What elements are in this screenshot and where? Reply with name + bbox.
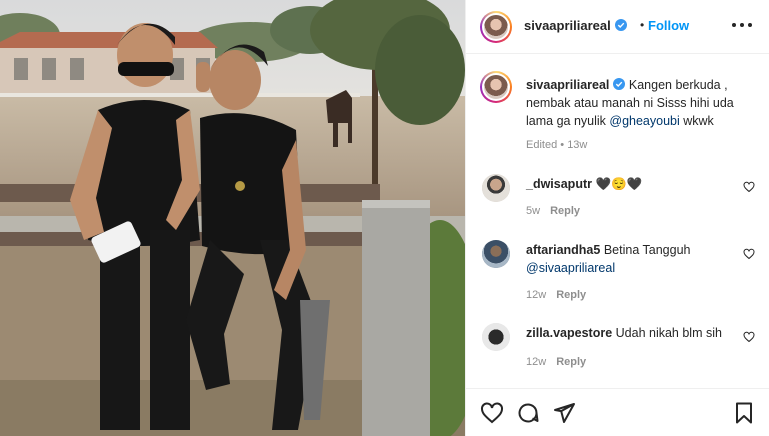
follow-button[interactable]: Follow	[648, 18, 689, 33]
caption-meta: Edited • 13w	[526, 139, 587, 151]
comment-body: zilla.vapestore Udah nikah blm sih	[526, 324, 736, 342]
author-username-text[interactable]: sivaapriliareal	[524, 18, 611, 33]
comment-username[interactable]: aftariandha5	[526, 243, 600, 257]
caption-time[interactable]: 13w	[567, 139, 587, 151]
heart-icon[interactable]	[480, 401, 504, 425]
post-photo-illustration	[0, 0, 465, 436]
caption-separator: •	[560, 139, 565, 151]
reply-button[interactable]: Reply	[550, 205, 580, 217]
verified-badge-icon	[614, 19, 627, 31]
send-icon[interactable]	[552, 401, 576, 425]
comment-meta: 5w Reply	[526, 205, 580, 217]
comment-time[interactable]: 12w	[526, 356, 546, 368]
author-username[interactable]: sivaapriliareal	[524, 18, 627, 33]
reply-button[interactable]: Reply	[556, 289, 586, 301]
comment-username[interactable]: _dwisaputr	[526, 177, 592, 191]
post-side-panel: sivaapriliareal • Follow sivaapriliareal…	[465, 0, 769, 436]
post-header: sivaapriliareal • Follow	[466, 0, 769, 54]
bookmark-icon[interactable]	[732, 401, 756, 425]
comment-text: 🖤😌🖤	[595, 177, 643, 191]
comment-text: Udah nikah blm sih	[615, 326, 722, 340]
comment-body: _dwisaputr 🖤😌🖤	[526, 175, 726, 193]
post-caption: sivaapriliareal Kangen berkuda , nembak …	[526, 76, 758, 130]
comment-body: aftariandha5 Betina Tangguh @sivaaprilia…	[526, 241, 726, 277]
author-avatar[interactable]	[480, 11, 512, 43]
comment-text: Betina Tangguh	[603, 243, 691, 257]
caption-mention[interactable]: @gheayoubi	[609, 114, 679, 128]
comment-mention[interactable]: @sivaapriliareal	[526, 261, 615, 275]
post-photo[interactable]	[0, 0, 465, 436]
comment-avatar[interactable]	[482, 323, 510, 351]
comment-time[interactable]: 5w	[526, 205, 540, 217]
caption-avatar[interactable]	[480, 71, 512, 103]
reply-button[interactable]: Reply	[556, 356, 586, 368]
comment-time[interactable]: 12w	[526, 289, 546, 301]
verified-badge-icon	[613, 78, 626, 90]
comment-avatar[interactable]	[482, 240, 510, 268]
post-action-bar	[466, 388, 769, 436]
comment-like-heart-icon[interactable]	[743, 248, 755, 260]
comment-like-heart-icon[interactable]	[743, 181, 755, 193]
comment-meta: 12w Reply	[526, 356, 586, 368]
more-horizontal-icon[interactable]	[731, 18, 753, 32]
caption-text-after: wkwk	[679, 114, 714, 128]
comment-meta: 12w Reply	[526, 289, 586, 301]
comment-avatar[interactable]	[482, 174, 510, 202]
caption-username[interactable]: sivaapriliareal	[526, 78, 609, 92]
caption-edited: Edited	[526, 139, 558, 151]
comment-like-heart-icon[interactable]	[743, 331, 755, 343]
comment-username[interactable]: zilla.vapestore	[526, 326, 612, 340]
header-separator: •	[640, 18, 645, 32]
comment-icon[interactable]	[516, 401, 540, 425]
